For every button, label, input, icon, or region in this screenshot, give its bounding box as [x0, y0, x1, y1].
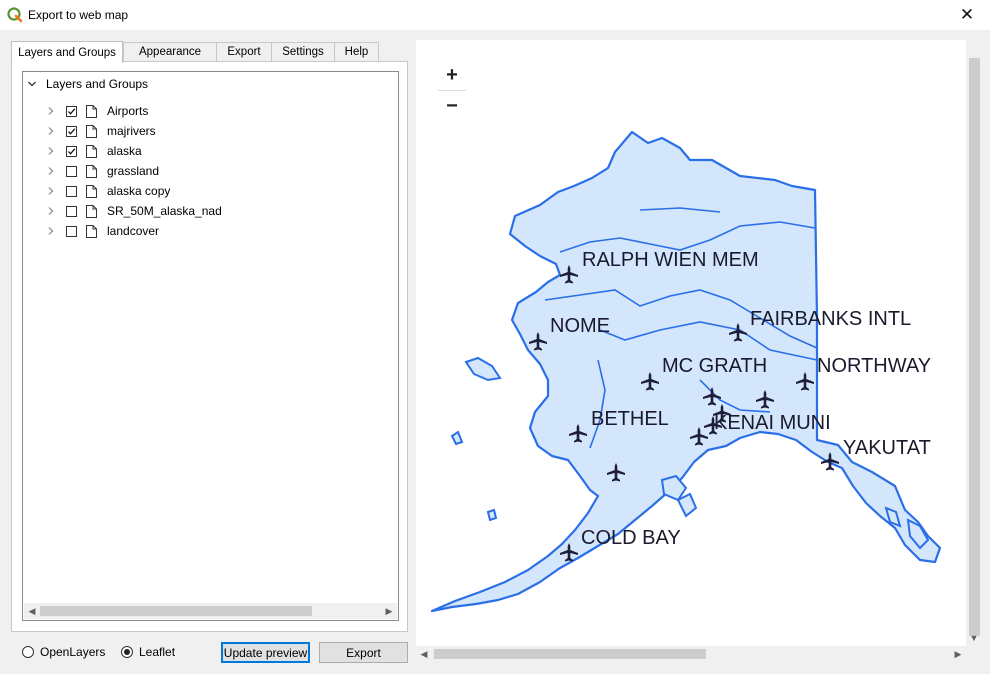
zoom-control: + − [437, 60, 467, 122]
map-horizontal-scrollbar[interactable]: ◀ ▶ [416, 646, 966, 663]
export-button[interactable]: Export [319, 642, 408, 663]
check-icon [68, 127, 76, 135]
layer-row-alaska-copy[interactable]: alaska copy [47, 181, 170, 201]
layers-tab-pane: Layers and Groups Airports majrivers ala… [11, 61, 408, 632]
chevron-right-icon[interactable] [47, 106, 55, 116]
map-vertical-scrollbar[interactable]: ▼ [966, 40, 983, 646]
layer-name: alaska copy [107, 184, 171, 198]
file-icon [86, 224, 97, 238]
tab-help[interactable]: Help [334, 42, 379, 61]
layer-row-majrivers[interactable]: majrivers [47, 121, 156, 141]
file-icon [86, 104, 97, 118]
layer-row-airports[interactable]: Airports [47, 101, 148, 121]
layer-name: landcover [107, 224, 160, 238]
layer-row-sr-50m[interactable]: SR_50M_alaska_nad [47, 201, 222, 221]
file-icon [86, 124, 97, 138]
layer-checkbox[interactable] [66, 205, 77, 217]
check-icon [68, 107, 76, 115]
chevron-right-icon[interactable] [47, 186, 55, 196]
chevron-down-icon[interactable] [27, 79, 37, 89]
airport-label: BETHEL [591, 408, 669, 430]
layer-row-landcover[interactable]: landcover [47, 221, 159, 241]
title-bar: Export to web map ✕ [0, 0, 990, 30]
zoom-in-button[interactable]: + [437, 60, 467, 90]
scroll-left-arrow-icon[interactable]: ◀ [416, 646, 432, 662]
zoom-out-button[interactable]: − [437, 91, 467, 121]
airport-label: FAIRBANKS INTL [750, 308, 911, 330]
update-preview-button[interactable]: Update preview [221, 642, 310, 663]
scroll-down-arrow-icon[interactable]: ▼ [966, 630, 982, 646]
chevron-right-icon[interactable] [47, 126, 55, 136]
layers-tree: Layers and Groups Airports majrivers ala… [22, 71, 399, 621]
layer-checkbox[interactable] [66, 125, 77, 137]
tab-export[interactable]: Export [216, 42, 272, 61]
qgis-logo-icon [7, 7, 23, 23]
tab-settings[interactable]: Settings [271, 42, 335, 61]
airport-label: NORTHWAY [817, 355, 931, 377]
layer-name: majrivers [107, 124, 156, 138]
layer-name: Airports [107, 104, 149, 118]
alaska-map: RALPH WIEN MEM NOME FAIRBANKS INTL MC GRATH… [430, 130, 942, 613]
leaflet-option[interactable]: Leaflet [121, 645, 175, 659]
layer-name: alaska [107, 144, 142, 158]
check-icon [68, 147, 76, 155]
scrollbar-thumb[interactable] [969, 58, 980, 636]
layer-name: SR_50M_alaska_nad [107, 204, 222, 218]
tab-layers-and-groups[interactable]: Layers and Groups [11, 41, 123, 63]
tree-horizontal-scrollbar[interactable]: ◀ ▶ [24, 603, 397, 619]
layer-checkbox[interactable] [66, 225, 77, 237]
chevron-right-icon[interactable] [47, 206, 55, 216]
close-button[interactable]: ✕ [944, 0, 990, 30]
airport-label: MC GRATH [662, 355, 767, 377]
scrollbar-thumb[interactable] [40, 606, 312, 616]
layer-row-alaska[interactable]: alaska [47, 141, 142, 161]
airport-label: YAKUTAT [843, 437, 931, 459]
openlayers-radio[interactable] [22, 646, 34, 658]
chevron-right-icon[interactable] [47, 166, 55, 176]
tree-root-row[interactable]: Layers and Groups [27, 75, 148, 93]
file-icon [86, 144, 97, 158]
window-title: Export to web map [28, 8, 129, 22]
tree-root-label: Layers and Groups [46, 77, 149, 91]
airport-label: KENAI MUNI [714, 412, 831, 434]
chevron-right-icon[interactable] [47, 146, 55, 156]
layer-row-grassland[interactable]: grassland [47, 161, 159, 181]
openlayers-label: OpenLayers [40, 645, 106, 659]
map-preview[interactable]: RALPH WIEN MEM NOME FAIRBANKS INTL MC GRATH… [416, 40, 966, 646]
leaflet-radio[interactable] [121, 646, 133, 658]
file-icon [86, 204, 97, 218]
layer-name: grassland [107, 164, 160, 178]
file-icon [86, 184, 97, 198]
openlayers-option[interactable]: OpenLayers [22, 645, 105, 659]
scroll-right-arrow-icon[interactable]: ▶ [381, 603, 397, 619]
scroll-left-arrow-icon[interactable]: ◀ [24, 603, 40, 619]
scroll-right-arrow-icon[interactable]: ▶ [950, 646, 966, 662]
layer-checkbox[interactable] [66, 185, 77, 197]
leaflet-label: Leaflet [139, 645, 176, 659]
layer-checkbox[interactable] [66, 165, 77, 177]
tab-appearance[interactable]: Appearance [123, 42, 217, 61]
airport-label: COLD BAY [581, 527, 681, 549]
layer-checkbox[interactable] [66, 105, 77, 117]
airport-label: NOME [550, 315, 610, 337]
scrollbar-thumb[interactable] [434, 649, 706, 659]
chevron-right-icon[interactable] [47, 226, 55, 236]
file-icon [86, 164, 97, 178]
layer-checkbox[interactable] [66, 145, 77, 157]
airport-label: RALPH WIEN MEM [582, 249, 759, 271]
